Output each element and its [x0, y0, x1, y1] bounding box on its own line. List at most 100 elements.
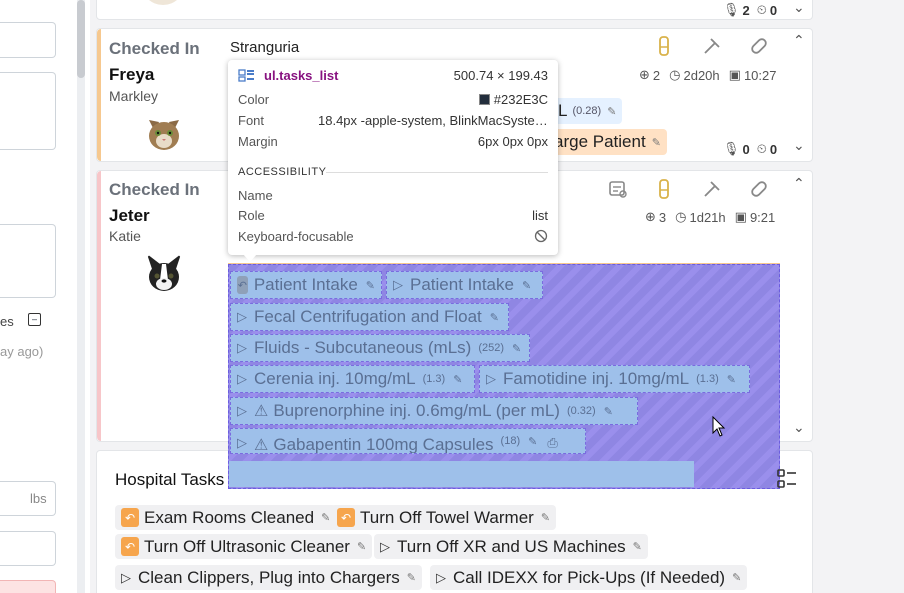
- play-icon: ▷: [237, 371, 247, 386]
- syringe-icon[interactable]: [701, 35, 723, 57]
- test-tube-icon[interactable]: [653, 178, 675, 200]
- pencil-icon[interactable]: ✎: [604, 405, 613, 418]
- scrollbar[interactable]: [77, 0, 85, 593]
- pencil-icon[interactable]: ✎: [407, 571, 416, 584]
- hospital-task[interactable]: ↶ Exam Rooms Cleaned ✎: [115, 505, 337, 530]
- clock-icon: ◷: [669, 67, 681, 82]
- top-card-counters: 🎙 2 ⏲ 0: [723, 2, 778, 18]
- hospital-task[interactable]: ▷ Turn Off XR and US Machines ✎: [374, 534, 648, 559]
- task-pill-discharge[interactable]: arge Patient ✎: [548, 129, 667, 155]
- pencil-icon[interactable]: ✎: [453, 373, 462, 386]
- pencil-icon[interactable]: ✎: [366, 279, 375, 292]
- jeter-meta: ⊕ 3 ◷ 1d21h ▣ 9:21: [645, 209, 776, 225]
- patient-card-top[interactable]: 🎙 2 ⏲ 0 ⌄: [96, 0, 813, 20]
- form-input-3[interactable]: [0, 531, 56, 566]
- form-input[interactable]: [0, 22, 56, 58]
- element-size: 500.74 × 199.43: [453, 68, 548, 83]
- task-pill[interactable]: L (0.28) ✎: [552, 98, 623, 124]
- pencil-icon[interactable]: ✎: [633, 540, 642, 553]
- alert-input[interactable]: [0, 580, 56, 593]
- tooltip-arrow: [243, 254, 257, 262]
- pencil-icon[interactable]: ✎: [490, 311, 499, 324]
- freya-meta: ⊕ 2 ◷ 2d20h ▣ 10:27: [639, 67, 777, 83]
- pencil-icon[interactable]: ✎: [732, 571, 741, 584]
- hospital-task[interactable]: ▷ Clean Clippers, Plug into Chargers ✎: [115, 565, 422, 590]
- form-textarea-2[interactable]: [0, 224, 56, 298]
- pencil-icon[interactable]: ✎: [357, 540, 366, 553]
- owner-name[interactable]: Markley: [109, 88, 158, 104]
- pencil-icon[interactable]: ✎: [652, 136, 661, 149]
- grid-layout-icon: [238, 69, 254, 82]
- jeter-task[interactable]: ▷ ⚠ Gabapentin 100mg Capsules (18) ✎ ⎙: [230, 428, 586, 454]
- dog-avatar: [141, 250, 187, 296]
- play-icon: ▷: [237, 435, 247, 450]
- jeter-task[interactable]: ▷ Famotidine inj. 10mg/mL (1.3) ✎: [479, 365, 750, 393]
- pencil-icon[interactable]: ✎: [512, 342, 521, 355]
- color-swatch: [478, 94, 490, 105]
- jeter-task[interactable]: ▷ Patient Intake ✎: [386, 271, 543, 299]
- list-padding-highlight: [229, 461, 694, 487]
- jeter-task[interactable]: ▷ Fluids - Subcutaneous (mLs) (252) ✎: [230, 334, 530, 362]
- chevron-down-icon[interactable]: ⌄: [793, 419, 805, 436]
- checkbox-icon[interactable]: –: [28, 313, 41, 326]
- weight-input[interactable]: [0, 481, 56, 516]
- warning-icon: ⚠: [254, 437, 269, 454]
- play-icon: ▷: [237, 309, 247, 324]
- truncated-time: ay ago): [0, 344, 44, 359]
- pencil-icon[interactable]: ✎: [727, 373, 736, 386]
- font-value: 18.4px -apple-system, BlinkMacSystemFo..…: [318, 113, 548, 128]
- assignee-icon: ⊕: [639, 67, 650, 82]
- chevron-down-icon[interactable]: ⌄: [793, 0, 805, 16]
- margin-label: Margin: [238, 134, 278, 149]
- pencil-icon[interactable]: ✎: [522, 279, 531, 292]
- task-list-toggle-icon[interactable]: [777, 469, 797, 489]
- status-accent: [97, 29, 101, 161]
- play-icon: ▷: [121, 569, 131, 585]
- warning-icon: ⚠: [254, 403, 269, 420]
- pet-avatar: [141, 0, 185, 5]
- jeter-task[interactable]: ▷ ⚠ Buprenorphine inj. 0.6mg/mL (per mL) (0…: [230, 397, 638, 425]
- hospital-tasks-title: Hospital Tasks: [115, 470, 225, 489]
- truncated-label: es: [0, 314, 14, 329]
- visit-reason: Stranguria: [230, 39, 300, 56]
- inspector-tooltip: ul.tasks_list 500.74 × 199.43 Color #232…: [228, 60, 558, 255]
- play-icon: ▷: [436, 569, 446, 585]
- print-icon[interactable]: ⎙: [547, 435, 557, 451]
- left-form-panel: es – ay ago) lbs: [0, 0, 90, 593]
- accessibility-heading: ACCESSIBILITY: [238, 166, 327, 178]
- calendar-icon: ▣: [734, 209, 747, 224]
- hospital-task[interactable]: ↶ Turn Off Ultrasonic Cleaner ✎: [115, 534, 373, 559]
- assignee-icon: ⊕: [645, 209, 656, 224]
- clock-icon: ◷: [675, 209, 687, 224]
- syringe-icon[interactable]: [701, 178, 723, 200]
- chevron-down-icon[interactable]: ⌄: [793, 137, 805, 154]
- lab-report-icon[interactable]: [607, 178, 629, 200]
- jeter-task[interactable]: ↶ Patient Intake ✎: [230, 271, 382, 299]
- pencil-icon[interactable]: ✎: [541, 511, 550, 524]
- undo-icon: ↶: [337, 508, 355, 527]
- hospital-task[interactable]: ▷ Call IDEXX for Pick-Ups (If Needed) ✎: [430, 565, 748, 590]
- test-tube-icon[interactable]: [653, 35, 675, 57]
- scroll-thumb[interactable]: [77, 0, 85, 78]
- chevron-up-icon[interactable]: ⌃: [793, 175, 805, 192]
- timer-icon: ⏲: [756, 141, 767, 156]
- play-icon: ▷: [237, 340, 247, 355]
- pet-name[interactable]: Jeter: [109, 206, 150, 226]
- owner-name[interactable]: Katie: [109, 228, 141, 244]
- cat-avatar: [141, 108, 187, 154]
- hospital-task[interactable]: ↶ Turn Off Towel Warmer ✎: [331, 505, 557, 530]
- a11y-name-label: Name: [238, 188, 273, 203]
- check-in-status: Checked In: [109, 39, 200, 58]
- jeter-task[interactable]: ▷ Fecal Centrifugation and Float ✎: [230, 303, 509, 331]
- check-in-status: Checked In: [109, 180, 200, 199]
- form-textarea[interactable]: [0, 72, 56, 150]
- pencil-icon[interactable]: ✎: [528, 435, 537, 448]
- bandage-icon[interactable]: [748, 178, 770, 200]
- color-label: Color: [238, 92, 270, 107]
- pet-name[interactable]: Freya: [109, 65, 154, 85]
- jeter-task[interactable]: ▷ Cerenia inj. 10mg/mL (1.3) ✎: [230, 365, 475, 393]
- pencil-icon[interactable]: ✎: [607, 105, 616, 118]
- pencil-icon[interactable]: ✎: [321, 511, 330, 524]
- chevron-up-icon[interactable]: ⌃: [793, 32, 805, 49]
- bandage-icon[interactable]: [748, 35, 770, 57]
